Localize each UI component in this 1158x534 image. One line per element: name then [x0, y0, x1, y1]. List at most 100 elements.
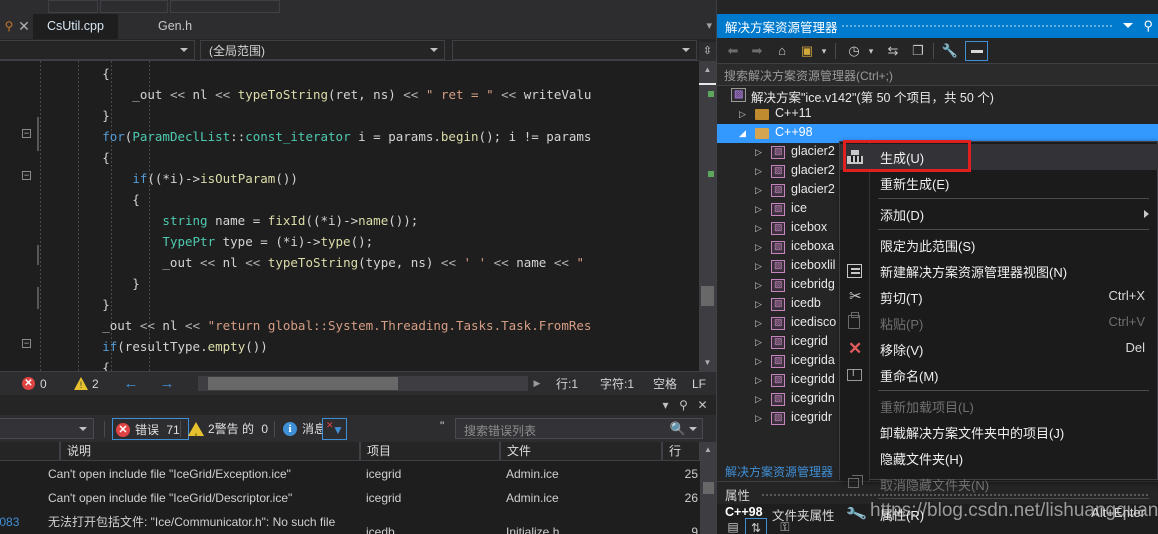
alphabetical-sort-icon[interactable]: ⇅ — [745, 518, 767, 534]
filter-clear-icon[interactable]: ✕ ▼ — [322, 418, 347, 440]
tab-gen-h[interactable]: Gen.h — [144, 14, 207, 39]
pending-changes-filter-icon[interactable]: ◷ — [843, 41, 865, 61]
chevron-down-icon[interactable] — [1123, 23, 1133, 28]
categorized-icon[interactable]: ▤ — [723, 518, 743, 534]
forward-icon[interactable]: ➡ — [747, 41, 767, 61]
toolbar-group-3[interactable] — [170, 0, 280, 13]
code-editor-surface[interactable]: − − − { _out << nl << typeToString(ret, … — [0, 61, 716, 371]
tree-node-solution[interactable]: ▨ 解决方案"ice.v142"(第 50 个项目，共 50 个) — [717, 86, 1158, 105]
column-header-file[interactable]: 文件 — [500, 442, 662, 461]
toolbar-group-2[interactable] — [100, 0, 168, 13]
menu-item-scope-to-this[interactable]: 限定为此范围(S) — [840, 232, 1158, 258]
expander-icon[interactable]: ▷ — [753, 318, 764, 329]
search-placeholder: 搜索解决方案资源管理器(Ctrl+;) — [724, 69, 893, 83]
pin-icon[interactable]: ⚲ — [2, 19, 16, 33]
context-menu: 生成(U) 重新生成(E) 添加(D) 限定为此范围(S) 新建解决方案资源管理… — [839, 141, 1158, 526]
expander-icon[interactable]: ▷ — [753, 280, 764, 291]
column-header-description[interactable]: 说明 — [60, 442, 360, 461]
search-error-list-input[interactable]: 搜索错误列表 🔍 — [455, 418, 703, 439]
type-scope-dropdown[interactable]: (全局范围) — [200, 40, 445, 60]
editor-splitter-handle[interactable]: ⇳ — [699, 42, 716, 61]
project-icon: ▧ — [771, 184, 785, 197]
expander-icon[interactable]: ▷ — [753, 413, 764, 424]
scroll-down-icon[interactable]: ▼ — [699, 354, 716, 371]
close-icon[interactable]: ✕ — [16, 18, 32, 34]
column-header-code[interactable]: 代码 — [0, 442, 60, 461]
refresh-icon[interactable]: ⇆ — [882, 41, 904, 61]
expander-icon[interactable]: ▷ — [753, 242, 764, 253]
fold-toggle-icon[interactable]: − — [22, 339, 31, 348]
scrollbar-thumb[interactable] — [703, 482, 714, 494]
expander-icon[interactable]: ▷ — [753, 356, 764, 367]
sync-with-active-document-icon[interactable]: ▣ — [797, 41, 817, 61]
tab-csutil-cpp[interactable]: CsUtil.cpp — [33, 14, 118, 39]
collapse-all-icon[interactable]: ❐ — [907, 41, 929, 61]
scope-filter-dropdown[interactable]: 方案 — [0, 418, 94, 439]
menu-item-hide-folder[interactable]: 隐藏文件夹(H) — [840, 445, 1158, 471]
tree-node-cpp11[interactable]: ▷ C++11 — [717, 105, 1158, 124]
error-list-scrollbar[interactable]: ▲ — [700, 442, 716, 534]
scroll-up-icon[interactable]: ▲ — [699, 61, 716, 78]
editor-vertical-scrollbar[interactable]: ⇳ ▲ ▼ — [699, 42, 716, 371]
editor-horizontal-scrollbar[interactable] — [198, 376, 528, 391]
expander-icon[interactable]: ▷ — [753, 166, 764, 177]
expander-icon[interactable]: ▷ — [753, 299, 764, 310]
show-all-files-icon[interactable] — [965, 41, 988, 61]
errors-toggle[interactable]: ✕ 错误 71 — [112, 418, 189, 440]
fold-toggle-icon[interactable]: − — [22, 129, 31, 138]
hscroll-right-icon[interactable]: ▶ — [530, 376, 544, 391]
chevron-down-icon[interactable] — [689, 427, 697, 431]
expander-icon[interactable]: ▷ — [753, 261, 764, 272]
expander-icon[interactable]: ▷ — [753, 204, 764, 215]
table-row[interactable]: Can't open include file "IceGrid/Descrip… — [0, 486, 700, 510]
home-icon[interactable]: ⌂ — [771, 41, 793, 61]
project-scope-dropdown[interactable] — [0, 40, 195, 60]
expander-icon[interactable]: ▷ — [753, 185, 764, 196]
code-text[interactable]: { _out << nl << typeToString(ret, ns) <<… — [42, 63, 702, 371]
chevron-down-icon[interactable]: ▾ — [818, 41, 830, 61]
warnings-toggle[interactable]: ! 2警告 的 0 — [186, 418, 276, 442]
menu-item-unload-projects-in-folder[interactable]: 卸载解决方案文件夹中的项目(J) — [840, 419, 1158, 445]
menu-item-properties[interactable]: 🔧 属性(R) Alt+Enter — [840, 501, 1158, 527]
warning-count: 2 — [92, 377, 99, 391]
menu-item-rebuild[interactable]: 重新生成(E) — [840, 170, 1158, 196]
column-header-project[interactable]: 项目 — [360, 442, 500, 461]
scroll-up-icon[interactable]: ▲ — [700, 442, 716, 458]
fold-toggle-icon[interactable]: − — [22, 171, 31, 180]
tab-overflow-chevron-icon[interactable]: ▾ — [706, 19, 712, 32]
scrollbar-thumb[interactable] — [208, 377, 398, 390]
expander-icon[interactable]: ◢ — [737, 128, 748, 139]
menu-item-cut[interactable]: ✂ 剪切(T) Ctrl+X — [840, 284, 1158, 310]
menu-item-remove[interactable]: ✕ 移除(V) Del — [840, 336, 1158, 362]
expander-icon[interactable]: ▷ — [737, 109, 748, 120]
search-icon[interactable]: 🔍 — [670, 421, 686, 437]
expander-icon[interactable]: ▷ — [753, 337, 764, 348]
scrollbar-thumb[interactable] — [701, 286, 714, 306]
navigate-forward-icon[interactable]: → — [158, 375, 176, 393]
expander-icon[interactable]: ▷ — [753, 375, 764, 386]
navigate-back-icon[interactable]: ← — [122, 375, 140, 393]
pin-icon[interactable]: ⚲ — [1143, 18, 1153, 34]
tree-node-label: glacier2 — [791, 182, 835, 196]
expander-icon[interactable]: ▷ — [753, 223, 764, 234]
properties-icon[interactable]: 🔧 — [939, 41, 961, 61]
column-header-line[interactable]: 行 — [662, 442, 700, 461]
toolbar-group-1[interactable] — [48, 0, 98, 13]
menu-item-build[interactable]: 生成(U) — [840, 144, 1158, 170]
expander-icon[interactable]: ▷ — [753, 394, 764, 405]
panel-dropdown-icon[interactable]: ▾ — [657, 397, 674, 413]
expander-icon[interactable]: ▷ — [753, 147, 764, 158]
menu-item-rename[interactable]: 重命名(M) — [840, 362, 1158, 388]
back-icon[interactable]: ⬅ — [723, 41, 743, 61]
panel-pin-icon[interactable]: ⚲ — [675, 397, 692, 413]
menu-item-add[interactable]: 添加(D) — [840, 201, 1158, 227]
search-solution-explorer-input[interactable]: 搜索解决方案资源管理器(Ctrl+;) — [717, 64, 1158, 86]
panel-close-icon[interactable]: ✕ — [694, 397, 711, 413]
change-marker — [37, 245, 39, 265]
chevron-down-icon[interactable]: ▾ — [865, 41, 877, 61]
property-pages-icon[interactable]: ⚿ — [775, 518, 795, 534]
table-row[interactable]: C1083 无法打开包括文件: "Ice/Communicator.h": No… — [0, 510, 700, 534]
menu-item-new-solution-explorer-view[interactable]: 新建解决方案资源管理器视图(N) — [840, 258, 1158, 284]
table-row[interactable]: Can't open include file "IceGrid/Excepti… — [0, 462, 700, 486]
member-scope-dropdown[interactable] — [452, 40, 697, 60]
